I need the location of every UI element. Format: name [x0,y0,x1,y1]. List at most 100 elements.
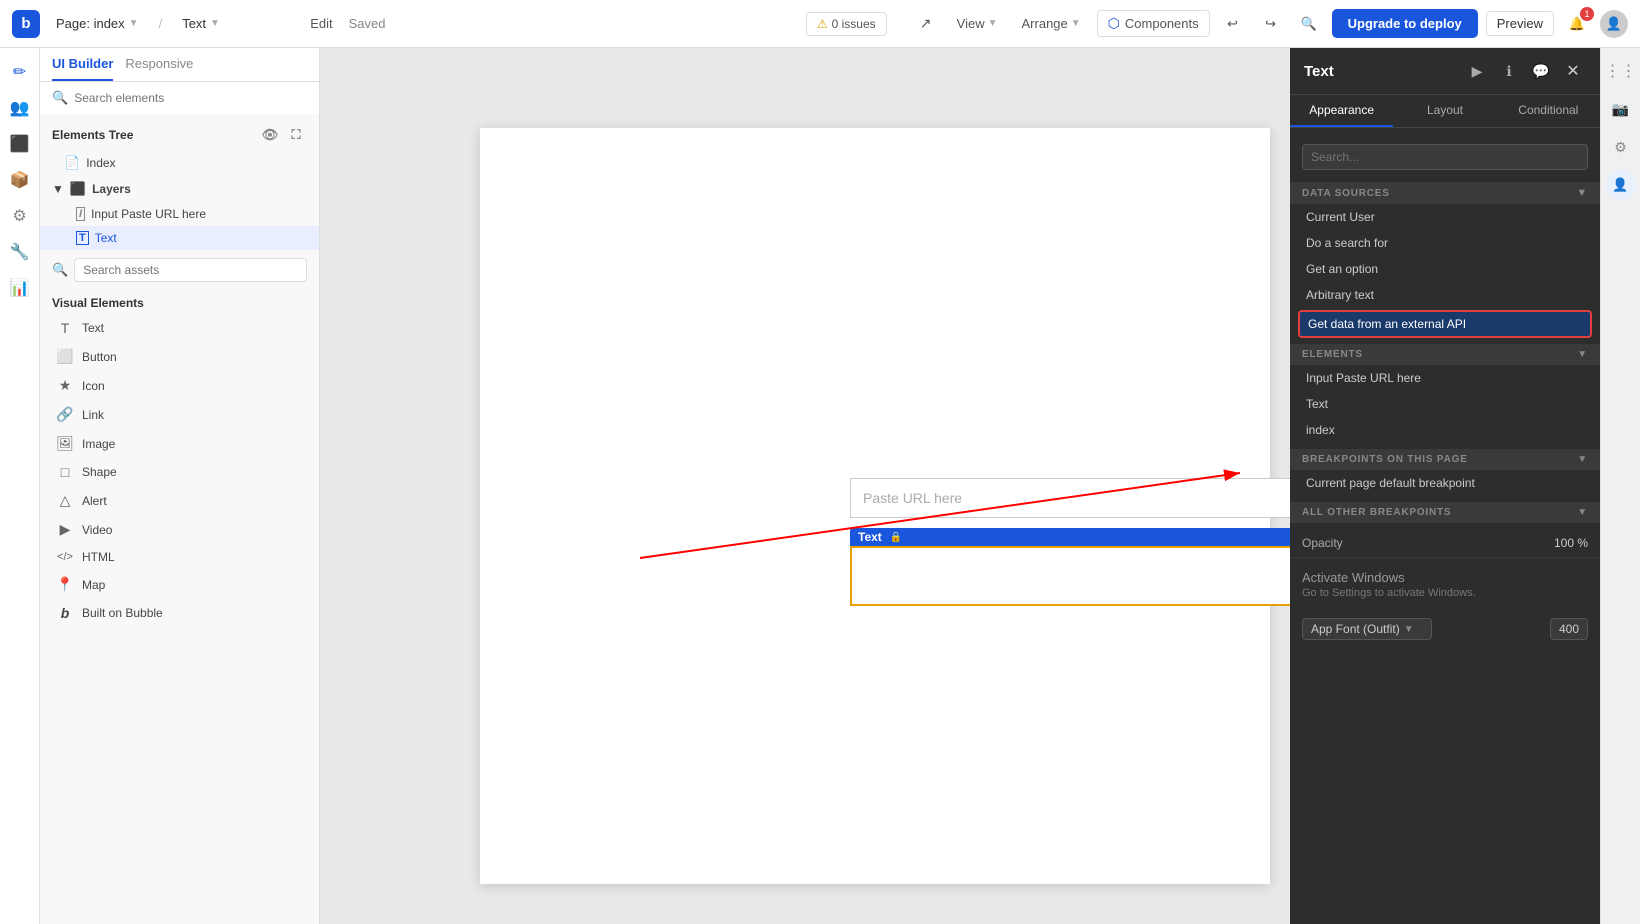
canvas[interactable]: Paste URL here Text 🔒 [320,48,1290,924]
elements-section-header[interactable]: ELEMENTS ▼ [1290,344,1600,365]
nav-users-icon[interactable]: 👥 [4,92,36,124]
nav-data-icon[interactable]: 📦 [4,164,36,196]
element-bubble-label: Built on Bubble [82,606,163,620]
far-right-camera-icon[interactable]: 📷 [1606,94,1636,124]
font-weight-value: 400 [1559,622,1579,636]
tab-ui-builder[interactable]: UI Builder [52,56,113,81]
dropdown-item-option[interactable]: Get an option [1290,256,1600,282]
video-element-icon: ▶ [56,521,74,538]
preview-button[interactable]: Preview [1486,11,1554,36]
undo-icon[interactable]: ↩ [1218,9,1248,39]
text-element-wrapper[interactable]: Text 🔒 [850,528,1290,606]
search-elements-input[interactable] [74,91,307,105]
tree-item-input[interactable]: I Input Paste URL here [40,202,319,226]
element-text[interactable]: T Text [40,314,319,342]
nav-settings-icon[interactable]: ⚙ [4,200,36,232]
dropdown-item-index[interactable]: index [1290,417,1600,443]
page-frame: Paste URL here Text 🔒 [480,128,1270,884]
nav-layers-icon[interactable]: ⬛ [4,128,36,160]
element-image[interactable]: 🖼 Image [40,429,319,458]
text-element-box[interactable] [850,546,1290,606]
far-right-avatar-icon[interactable]: 👤 [1606,170,1636,200]
all-breakpoints-header[interactable]: ALL OTHER BREAKPOINTS ▼ [1290,502,1600,523]
font-selector[interactable]: App Font (Outfit) ▼ [1302,618,1432,640]
element-html[interactable]: </> HTML [40,544,319,570]
tab-layout[interactable]: Layout [1393,95,1496,127]
far-right-panel: ⋮⋮ 📷 ⚙ 👤 [1600,48,1640,924]
input-element[interactable]: Paste URL here [850,478,1290,518]
breakpoints-header[interactable]: BREAKPOINTS ON THIS PAGE ▼ [1290,449,1600,470]
tab-responsive[interactable]: Responsive [125,56,193,81]
link-element-icon: 🔗 [56,406,74,423]
nav-stats-icon[interactable]: 📊 [4,272,36,304]
search-icon[interactable]: 🔍 [1294,9,1324,39]
topbar: b Page: index ▼ / Text ▼ Edit Saved ⚠ 0 … [0,0,1640,48]
nav-edit-icon[interactable]: ✏ [4,56,36,88]
text-icon: T [76,231,89,245]
panel-search-row [1290,138,1600,176]
element-map-label: Map [82,578,105,592]
layers-chevron-icon: ▼ [52,182,64,196]
redo-icon[interactable]: ↪ [1256,9,1286,39]
element-video[interactable]: ▶ Video [40,515,319,544]
upgrade-button[interactable]: Upgrade to deploy [1332,9,1478,38]
far-right-settings-icon[interactable]: ⚙ [1606,132,1636,162]
components-button[interactable]: ⬡ Components [1097,10,1210,37]
view-button[interactable]: View ▼ [949,12,1006,35]
dropdown-item-text[interactable]: Text [1290,391,1600,417]
data-sources-header[interactable]: DATA SOURCES ▼ [1290,182,1600,204]
tab-appearance[interactable]: Appearance [1290,95,1393,127]
element-bubble[interactable]: b Built on Bubble [40,599,319,627]
bubble-element-icon: b [56,605,74,621]
element-shape[interactable]: □ Shape [40,458,319,486]
dropdown-item-search[interactable]: Do a search for [1290,230,1600,256]
far-right-dots-icon[interactable]: ⋮⋮ [1606,56,1636,86]
cursor-tool-icon[interactable]: ↗ [911,9,941,39]
nav-tools-icon[interactable]: 🔧 [4,236,36,268]
avatar[interactable]: 👤 [1600,10,1628,38]
tree-folder-layers[interactable]: ▼ ⬛ Layers [40,176,319,202]
dropdown-item-current-user[interactable]: Current User [1290,204,1600,230]
element-html-label: HTML [82,550,115,564]
dropdown-item-external-api[interactable]: Get data from an external API [1298,310,1592,338]
element-button[interactable]: ⬜ Button [40,342,319,371]
edit-button[interactable]: Edit [302,12,340,35]
search-elements-row: 🔍 [40,82,319,114]
logo[interactable]: b [12,10,40,38]
panel-info-icon[interactable]: ℹ [1496,58,1522,84]
element-alert[interactable]: △ Alert [40,486,319,515]
panel-search-input[interactable] [1302,144,1588,170]
tree-item-text[interactable]: T Text [40,226,319,250]
panel-title: Text [1304,63,1334,80]
element-alert-label: Alert [82,494,107,508]
panel-play-icon[interactable]: ▶ [1464,58,1490,84]
tab-conditional[interactable]: Conditional [1497,95,1600,127]
search-assets-input[interactable] [74,258,307,282]
element-button-label: Button [82,350,117,364]
elements-section: ELEMENTS ▼ Input Paste URL here Text ind… [1290,344,1600,443]
panel-tabs: Appearance Layout Conditional [1290,95,1600,128]
dropdown-item-arbitrary[interactable]: Arbitrary text [1290,282,1600,308]
search-assets-icon: 🔍 [52,262,68,278]
page-selector[interactable]: Page: index ▼ [48,12,147,35]
arrange-button[interactable]: Arrange ▼ [1014,12,1089,35]
visibility-icon[interactable]: 👁 [259,124,281,146]
all-breakpoints-chevron-icon: ▼ [1577,507,1588,518]
button-element-icon: ⬜ [56,348,74,365]
font-weight-selector[interactable]: 400 [1550,618,1588,640]
issues-button[interactable]: ⚠ 0 issues [806,12,887,36]
dropdown-item-input-url[interactable]: Input Paste URL here [1290,365,1600,391]
tree-item-index[interactable]: 📄 Index [40,150,319,176]
element-selector[interactable]: Text ▼ [174,12,294,35]
panel-body: DATA SOURCES ▼ Current User Do a search … [1290,128,1600,924]
element-icon[interactable]: ★ Icon [40,371,319,400]
expand-icon[interactable]: ⛶ [285,124,307,146]
notification-button[interactable]: 🔔 1 [1562,9,1592,39]
element-link[interactable]: 🔗 Link [40,400,319,429]
dropdown-item-default-breakpoint[interactable]: Current page default breakpoint [1290,470,1600,496]
view-chevron-icon: ▼ [988,18,998,29]
element-map[interactable]: 📍 Map [40,570,319,599]
panel-comment-icon[interactable]: 💬 [1528,58,1554,84]
panel-header: Text ▶ ℹ 💬 ✕ [1290,48,1600,95]
panel-close-button[interactable]: ✕ [1560,58,1586,84]
